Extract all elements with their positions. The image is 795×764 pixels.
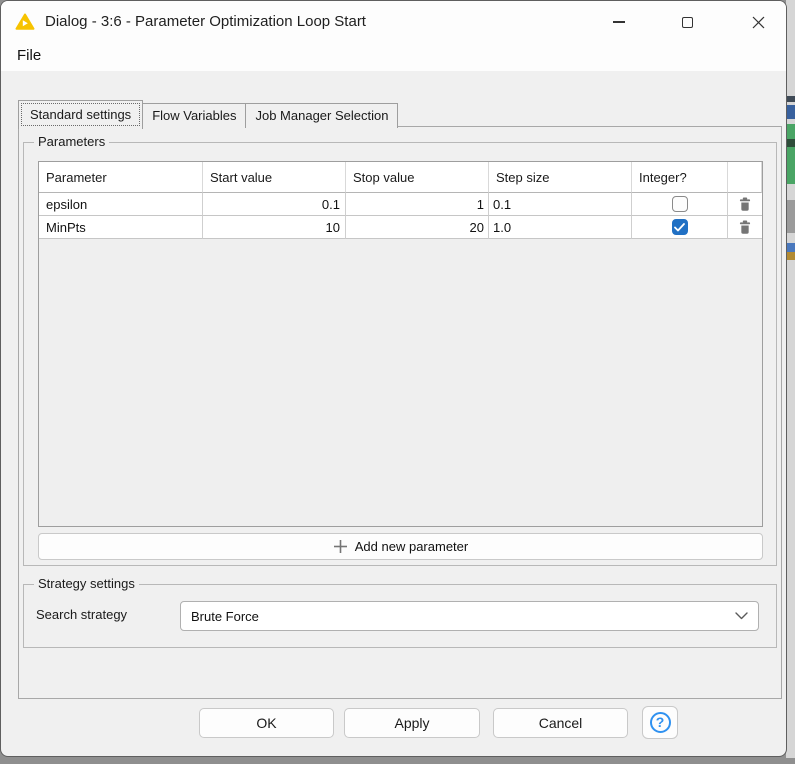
trash-icon: [739, 197, 751, 211]
search-strategy-value: Brute Force: [191, 608, 259, 624]
tab-flow-variables[interactable]: Flow Variables: [142, 103, 247, 128]
minimize-button[interactable]: [604, 7, 634, 37]
start-value-cell[interactable]: 0.1: [203, 193, 346, 216]
search-strategy-dropdown[interactable]: Brute Force: [180, 601, 759, 631]
checkmark-icon: [674, 222, 685, 231]
start-value-cell[interactable]: 10: [203, 216, 346, 239]
backdrop-icon-sliver: [787, 105, 795, 119]
maximize-icon: [681, 16, 693, 28]
delete-row-button[interactable]: [734, 194, 756, 214]
parameter-name-cell[interactable]: epsilon: [39, 193, 203, 216]
help-icon: ?: [649, 712, 671, 733]
backdrop-icon-sliver: [787, 243, 795, 252]
tab-strip: Standard settings Flow Variables Job Man…: [18, 100, 399, 129]
parameters-table: Parameter Start value Stop value Step si…: [38, 161, 763, 527]
parameters-group: Parameters Parameter Start value Stop va…: [23, 134, 777, 566]
chevron-down-icon: [735, 612, 748, 620]
close-icon: [752, 16, 764, 28]
screen: Dialog - 3:6 - Parameter Optimization Lo…: [0, 0, 795, 764]
integer-checkbox[interactable]: [671, 219, 688, 235]
column-header-delete: [728, 162, 762, 193]
close-button[interactable]: [743, 7, 773, 37]
strategy-group-label: Strategy settings: [34, 576, 139, 591]
dialog-window: Dialog - 3:6 - Parameter Optimization Lo…: [0, 0, 787, 757]
trash-icon: [739, 220, 751, 234]
column-header-parameter[interactable]: Parameter: [39, 162, 203, 193]
table-header-row: Parameter Start value Stop value Step si…: [39, 162, 762, 193]
backdrop-icon-sliver: [787, 96, 795, 102]
background-app-sliver: [786, 0, 795, 758]
menu-item-file[interactable]: File: [17, 43, 41, 69]
ok-button[interactable]: OK: [199, 708, 334, 738]
tab-standard-settings[interactable]: Standard settings: [18, 100, 144, 129]
menu-bar: File: [1, 43, 786, 71]
help-button[interactable]: ?: [642, 706, 678, 739]
strategy-settings-group: Strategy settings Search strategy Brute …: [23, 576, 777, 648]
backdrop-icon-sliver: [787, 200, 795, 233]
cancel-button[interactable]: Cancel: [493, 708, 628, 738]
column-header-start-value[interactable]: Start value: [203, 162, 346, 193]
window-title: Dialog - 3:6 - Parameter Optimization Lo…: [45, 13, 366, 30]
backdrop-icon-sliver: [787, 124, 795, 184]
integer-checkbox[interactable]: [671, 196, 688, 212]
parameter-name-cell[interactable]: MinPts: [39, 216, 203, 239]
table-row: MinPts 10 20 1.0: [39, 216, 762, 239]
add-new-parameter-button[interactable]: Add new parameter: [38, 533, 763, 560]
column-header-stop-value[interactable]: Stop value: [346, 162, 489, 193]
delete-row-button[interactable]: [734, 217, 756, 237]
search-strategy-label: Search strategy: [36, 607, 128, 622]
minimize-icon: [613, 21, 625, 23]
backdrop-icon-sliver: [787, 139, 795, 147]
column-header-integer[interactable]: Integer?: [632, 162, 728, 193]
parameters-group-label: Parameters: [34, 134, 110, 149]
knime-loop-start-node-icon: [15, 13, 35, 30]
backdrop-icon-sliver: [787, 252, 795, 260]
stop-value-cell[interactable]: 1: [346, 193, 489, 216]
plus-icon: [333, 540, 347, 553]
step-size-cell[interactable]: 0.1: [489, 193, 632, 216]
add-new-parameter-label: Add new parameter: [354, 539, 469, 554]
apply-button[interactable]: Apply: [344, 708, 480, 738]
title-bar[interactable]: Dialog - 3:6 - Parameter Optimization Lo…: [1, 1, 786, 43]
step-size-cell[interactable]: 1.0: [489, 216, 632, 239]
table-row: epsilon 0.1 1 0.1: [39, 193, 762, 216]
maximize-button[interactable]: [672, 7, 702, 37]
column-header-step-size[interactable]: Step size: [489, 162, 632, 193]
tab-job-manager-selection[interactable]: Job Manager Selection: [245, 103, 399, 128]
stop-value-cell[interactable]: 20: [346, 216, 489, 239]
